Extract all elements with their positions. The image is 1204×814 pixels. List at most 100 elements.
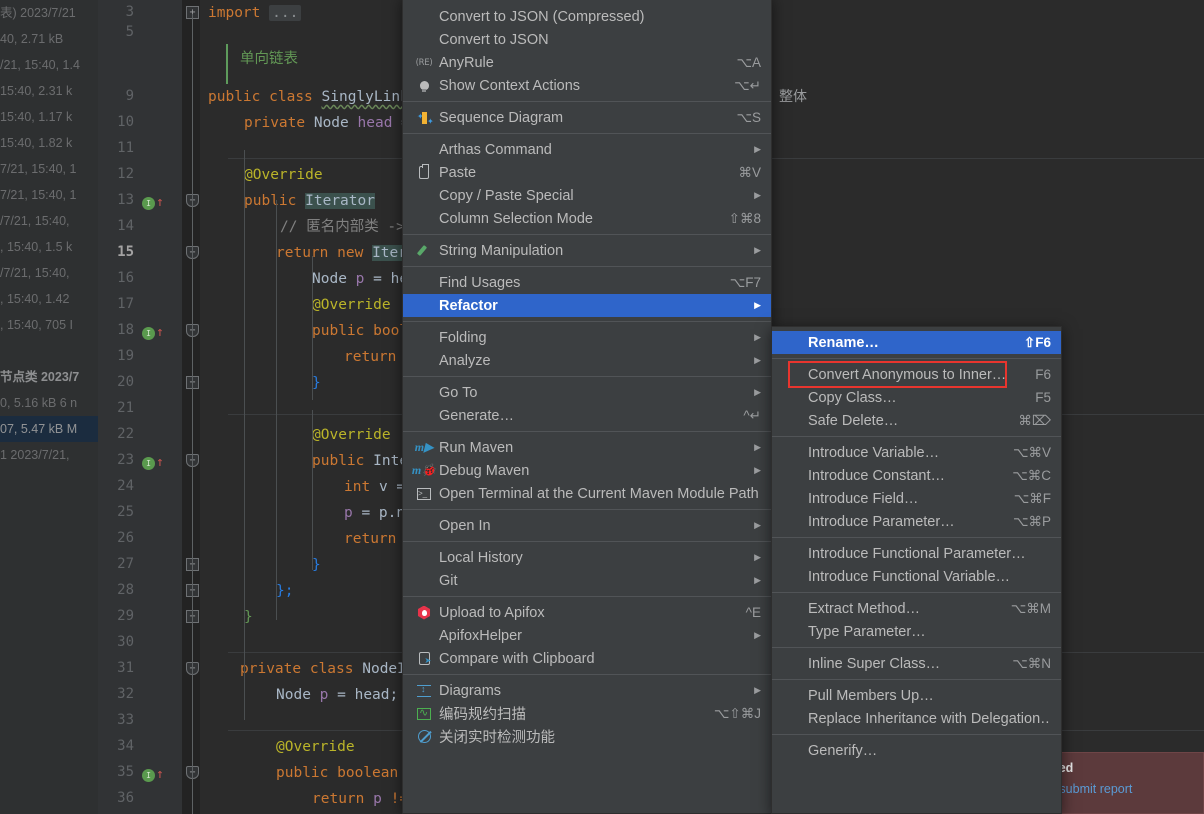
file-list-item[interactable]: 0, 5.16 kB 6 n [0, 390, 98, 416]
code-line[interactable]: @Override [244, 162, 323, 188]
menu-item-safe-delete[interactable]: Safe Delete… ⌘⌦ [772, 409, 1061, 432]
code-line[interactable]: private Node head = [244, 110, 410, 136]
code-line[interactable]: // 匿名内部类 -> [280, 214, 405, 240]
code-line[interactable]: }; [276, 578, 293, 604]
override-gutter-icon[interactable]: I ↑ [142, 766, 164, 782]
menu-item-show-context-actions[interactable]: Show Context Actions ⌥↵ [403, 74, 771, 97]
menu-item-paste[interactable]: Paste ⌘V [403, 161, 771, 184]
code-line[interactable]: 单向链表 [240, 46, 298, 72]
menu-item-analyze[interactable]: Analyze ▶ [403, 349, 771, 372]
override-gutter-icon[interactable]: I ↑ [142, 324, 164, 340]
menu-item-generate[interactable]: Generate… ^↵ [403, 404, 771, 427]
code-line[interactable]: Node p = head; [276, 682, 398, 708]
code-line[interactable]: return [344, 526, 396, 552]
menu-item-introduce-parameter[interactable]: Introduce Parameter… ⌥⌘P [772, 510, 1061, 533]
file-list-item[interactable]: 节点类 2023/7 [0, 364, 98, 390]
menu-item-type-parameter[interactable]: Type Parameter… [772, 620, 1061, 643]
file-list-item[interactable]: 15:40, 2.31 k [0, 78, 98, 104]
file-list-panel[interactable]: 表) 2023/7/21 40, 2.71 kB/21, 15:40, 1.4 15… [0, 0, 98, 814]
notification-toast[interactable]: rred d submit report [1040, 752, 1204, 814]
override-gutter-icon[interactable]: I ↑ [142, 454, 164, 470]
file-list-item[interactable]: 7/21, 15:40, 1 [0, 156, 98, 182]
menu-item-column-selection-mode[interactable]: Column Selection Mode ⇧⌘8 [403, 207, 771, 230]
code-line[interactable]: } [312, 552, 321, 578]
file-list-item[interactable]: 7/21, 15:40, 1 [0, 182, 98, 208]
menu-item-replace-inheritance-with-delegation[interactable]: Replace Inheritance with Delegation… [772, 707, 1061, 730]
menu-item-编码规约扫描[interactable]: 编码规约扫描 ⌥⇧⌘J [403, 702, 771, 725]
menu-item-arthas-command[interactable]: Arthas Command ▶ [403, 138, 771, 161]
menu-item-convert-anonymous-to-inner[interactable]: Convert Anonymous to Inner… F6 [772, 361, 1061, 388]
file-list-item[interactable]: /21, 15:40, 1.4 [0, 52, 98, 78]
code-line[interactable]: @Override [312, 422, 391, 448]
file-list-item[interactable]: 15:40, 1.82 k [0, 130, 98, 156]
file-list-item[interactable]: , 15:40, 1.5 k [0, 234, 98, 260]
menu-item-refactor[interactable]: Refactor ▶ [403, 294, 771, 317]
editor-line-number-gutter[interactable]: 3+5910111213I↑−1415−161718I↑−1920−212223… [106, 0, 199, 814]
menu-item-inline-super-class[interactable]: Inline Super Class… ⌥⌘N [772, 652, 1061, 675]
file-list-item[interactable]: 07, 5.47 kB M [0, 416, 98, 442]
code-line[interactable]: } [312, 370, 321, 396]
code-line[interactable]: private class NodeI [240, 656, 406, 682]
menu-item-pull-members-up[interactable]: Pull Members Up… [772, 684, 1061, 707]
override-gutter-icon[interactable]: I ↑ [142, 194, 164, 210]
code-line[interactable]: public bool [312, 318, 408, 344]
menu-item-introduce-constant[interactable]: Introduce Constant… ⌥⌘C [772, 464, 1061, 487]
menu-item-introduce-functional-variable[interactable]: Introduce Functional Variable… [772, 565, 1061, 588]
menu-item-anyrule[interactable]: (RE) AnyRule ⌥A [403, 51, 771, 74]
file-list-item[interactable]: /7/21, 15:40, [0, 260, 98, 286]
code-line[interactable]: return [344, 344, 396, 370]
code-line[interactable]: return new Iter [276, 240, 407, 266]
menu-item-go-to[interactable]: Go To ▶ [403, 381, 771, 404]
file-list-item[interactable]: 表) 2023/7/21 [0, 0, 98, 26]
menu-item-compare-with-clipboard[interactable]: Compare with Clipboard [403, 647, 771, 670]
code-line[interactable]: int v = [344, 474, 405, 500]
file-list-item[interactable]: , 15:40, 705 I [0, 312, 98, 338]
menu-item-find-usages[interactable]: Find Usages ⌥F7 [403, 271, 771, 294]
menu-item-introduce-field[interactable]: Introduce Field… ⌥⌘F [772, 487, 1061, 510]
menu-item-apifoxhelper[interactable]: ApifoxHelper ▶ [403, 624, 771, 647]
menu-item-diagrams[interactable]: Diagrams ▶ [403, 679, 771, 702]
menu-item-sequence-diagram[interactable]: ✦ ✦ Sequence Diagram ⌥S [403, 106, 771, 129]
file-list-item[interactable]: 1 2023/7/21, [0, 442, 98, 468]
code-line[interactable]: import ... [208, 0, 302, 26]
menu-item-folding[interactable]: Folding ▶ [403, 326, 771, 349]
code-line[interactable]: p = p.n [344, 500, 405, 526]
menu-item-extract-method[interactable]: Extract Method… ⌥⌘M [772, 597, 1061, 620]
file-list-item[interactable] [0, 338, 98, 364]
editor-context-menu[interactable]: Convert to JSON (Compressed) Convert to J… [402, 0, 772, 814]
no-icon [413, 408, 435, 424]
refactor-submenu[interactable]: Rename… ⇧F6 Convert Anonymous to Inner… F6 C… [771, 326, 1062, 814]
code-line[interactable]: public Inte [312, 448, 408, 474]
menu-item-introduce-functional-parameter[interactable]: Introduce Functional Parameter… [772, 542, 1061, 565]
file-list-item[interactable]: 15:40, 1.17 k [0, 104, 98, 130]
code-line[interactable]: return p != [312, 786, 408, 812]
code-line[interactable]: } [244, 604, 253, 630]
file-list-item[interactable]: 40, 2.71 kB [0, 26, 98, 52]
menu-item-copy-class[interactable]: Copy Class… F5 [772, 386, 1061, 409]
file-list-item[interactable]: /7/21, 15:40, [0, 208, 98, 234]
code-line[interactable]: Node p = he [312, 266, 408, 292]
code-line[interactable]: public class SinglyLink [208, 84, 409, 110]
menu-item-run-maven[interactable]: m▶ Run Maven ▶ [403, 436, 771, 459]
menu-item-open-in[interactable]: Open In ▶ [403, 514, 771, 537]
menu-item-open-terminal-at-the-current-maven-module-path[interactable]: >_ Open Terminal at the Current Maven Mod… [403, 482, 771, 505]
menu-item-introduce-variable[interactable]: Introduce Variable… ⌥⌘V [772, 441, 1061, 464]
menu-item-local-history[interactable]: Local History ▶ [403, 546, 771, 569]
menu-item-rename[interactable]: Rename… ⇧F6 [772, 331, 1061, 354]
menu-item-convert-to-json[interactable]: Convert to JSON [403, 28, 771, 51]
code-line[interactable]: public Iterator [244, 188, 375, 214]
line-number: 12 [117, 166, 134, 182]
menu-item-git[interactable]: Git ▶ [403, 569, 771, 592]
menu-item-copy-paste-special[interactable]: Copy / Paste Special ▶ [403, 184, 771, 207]
menu-item-generify[interactable]: Generify… [772, 739, 1061, 762]
menu-item-string-manipulation[interactable]: String Manipulation ▶ [403, 239, 771, 262]
menu-item-debug-maven[interactable]: m🐞 Debug Maven ▶ [403, 459, 771, 482]
code-line[interactable]: @Override [276, 734, 355, 760]
file-list-item[interactable]: , 15:40, 1.42 [0, 286, 98, 312]
code-line[interactable]: public boolean [276, 760, 398, 786]
code-line[interactable]: @Override [312, 292, 391, 318]
toast-link[interactable]: d submit report [1049, 777, 1195, 801]
menu-item-upload-to-apifox[interactable]: Upload to Apifox ^E [403, 601, 771, 624]
menu-item-convert-to-json-compressed[interactable]: Convert to JSON (Compressed) [403, 5, 771, 28]
menu-item-关闭实时检测功能[interactable]: 关闭实时检测功能 [403, 725, 771, 748]
